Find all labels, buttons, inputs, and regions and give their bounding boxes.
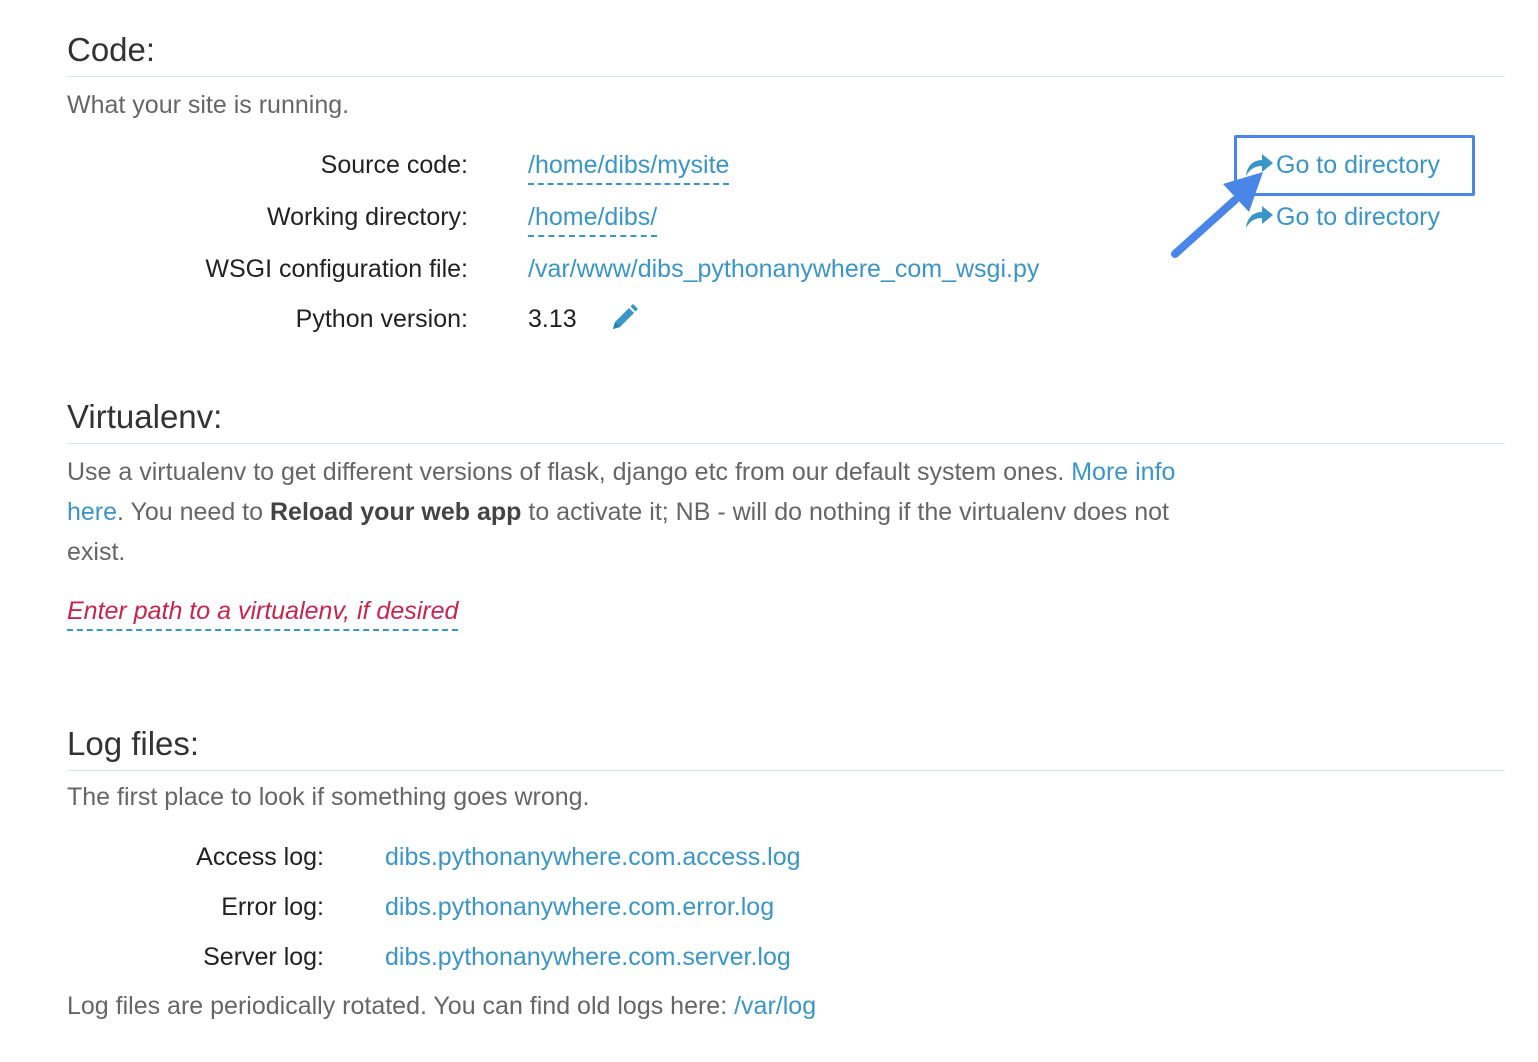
log-files-description: The first place to look if something goe… bbox=[67, 783, 590, 811]
code-divider bbox=[67, 76, 1505, 77]
python-version-value: 3.13 bbox=[528, 305, 577, 333]
wsgi-config-link[interactable]: /var/www/dibs_pythonanywhere_com_wsgi.py bbox=[528, 252, 1039, 286]
pointer-arrow-icon bbox=[1171, 172, 1263, 258]
code-section: Code: What your site is running. bbox=[67, 30, 1505, 125]
virtualenv-description: Use a virtualenv to get different versio… bbox=[67, 452, 1177, 572]
working-directory-label: Working directory: bbox=[267, 203, 468, 231]
access-log-link[interactable]: dibs.pythonanywhere.com.access.log bbox=[385, 840, 801, 874]
log-rotation-text: Log files are periodically rotated. You … bbox=[67, 992, 735, 1020]
log-files-section: Log files: The first place to look if so… bbox=[67, 724, 1505, 817]
error-log-link[interactable]: dibs.pythonanywhere.com.error.log bbox=[385, 890, 774, 924]
virtualenv-text-2: . You need to bbox=[117, 498, 270, 526]
source-code-link[interactable]: /home/dibs/mysite bbox=[528, 148, 730, 185]
access-log-label: Access log: bbox=[196, 843, 324, 871]
server-log-link[interactable]: dibs.pythonanywhere.com.server.log bbox=[385, 940, 791, 974]
python-version-label: Python version: bbox=[295, 305, 468, 333]
code-description: What your site is running. bbox=[67, 91, 350, 119]
log-rotation-note: Log files are periodically rotated. You … bbox=[67, 988, 816, 1024]
source-code-label: Source code: bbox=[320, 151, 468, 179]
old-logs-link[interactable]: /var/log bbox=[734, 992, 816, 1020]
virtualenv-text-1: Use a virtualenv to get different versio… bbox=[67, 458, 1072, 486]
virtualenv-divider bbox=[67, 443, 1505, 444]
virtualenv-path-input[interactable]: Enter path to a virtualenv, if desired bbox=[67, 594, 459, 631]
log-files-divider bbox=[67, 770, 1505, 771]
code-title: Code: bbox=[67, 31, 156, 68]
log-files-title: Log files: bbox=[67, 725, 200, 762]
error-log-label: Error log: bbox=[221, 893, 324, 921]
virtualenv-title: Virtualenv: bbox=[67, 398, 223, 435]
go-to-directory-label: Go to directory bbox=[1276, 151, 1440, 179]
reload-web-app-text: Reload your web app bbox=[269, 498, 522, 526]
go-to-directory-label: Go to directory bbox=[1276, 203, 1440, 231]
server-log-label: Server log: bbox=[203, 943, 324, 971]
wsgi-config-label: WSGI configuration file: bbox=[205, 255, 468, 283]
pencil-icon[interactable] bbox=[608, 302, 640, 334]
working-directory-link[interactable]: /home/dibs/ bbox=[528, 200, 658, 237]
virtualenv-section: Virtualenv: bbox=[67, 397, 1505, 444]
